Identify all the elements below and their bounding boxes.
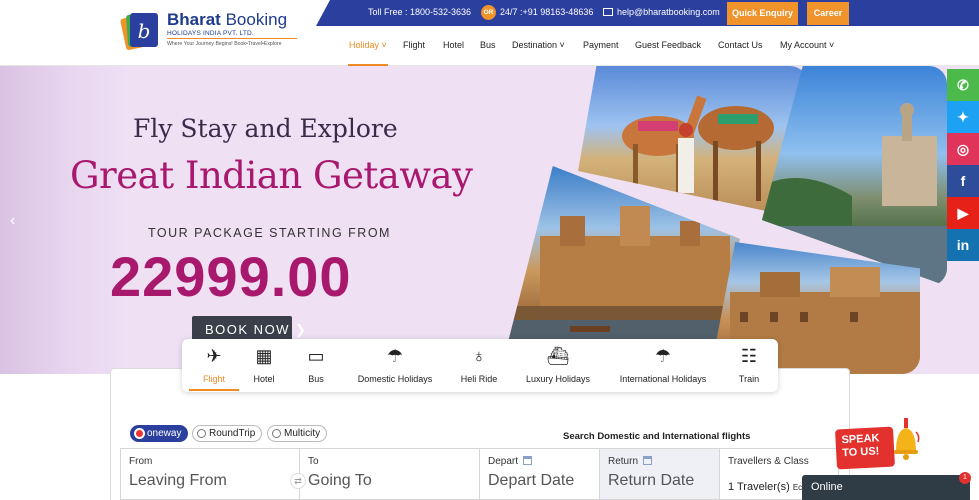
linkedin-icon[interactable]: in	[947, 229, 979, 261]
hotel-icon: ▦	[255, 346, 273, 366]
tab-active-indicator	[189, 389, 239, 391]
train-icon: ☷	[740, 346, 758, 366]
nav-hotel[interactable]: Hotel	[443, 40, 464, 50]
tab-label: Bus	[308, 374, 324, 384]
calendar-icon	[523, 456, 533, 465]
calendar-icon	[643, 456, 653, 465]
tab-label: Train	[738, 374, 760, 384]
brand-logo-icon: b	[120, 13, 158, 51]
return-field[interactable]: Return Return Date	[599, 448, 720, 500]
nav-destination[interactable]: Destination ˅	[512, 40, 565, 50]
facebook-icon[interactable]: f	[947, 165, 979, 197]
tab-international-holidays[interactable]: ☂ International Holidays	[614, 339, 712, 392]
quick-enquiry-button[interactable]: Quick Enquiry	[727, 2, 798, 25]
depart-label-text: Depart	[488, 456, 519, 467]
social-sidebar: ✆ ✦ ◎ f ▶ in	[947, 69, 979, 261]
tab-train[interactable]: ☷ Train	[730, 339, 768, 392]
brand-name-bold: Bharat	[167, 10, 221, 29]
top-contact-bar: Toll Free : 1800-532-3636 OR 24/7 :+91 9…	[316, 0, 979, 26]
tab-label: Luxury Holidays	[525, 374, 591, 384]
tab-label: Flight	[202, 374, 225, 384]
nav-my-account[interactable]: My Account ˅	[780, 40, 834, 50]
tab-luxury-holidays[interactable]: ⛴ Luxury Holidays	[520, 339, 596, 392]
chat-notification-badge: 1	[959, 472, 971, 484]
tab-heli-ride[interactable]: ♁ Heli Ride	[452, 339, 506, 392]
tab-flight[interactable]: ✈ Flight	[182, 339, 246, 392]
brand-divider	[167, 38, 297, 39]
tollfree-number[interactable]: Toll Free : 1800-532-3636	[368, 7, 471, 17]
speak-to-us-badge[interactable]: SPEAK TO US!	[834, 426, 896, 470]
brand-name-regular: Booking	[225, 10, 288, 29]
tab-label: Domestic Holidays	[357, 374, 433, 384]
hero-banner: ‹ Fly Stay and Explore Great Indian Geta…	[0, 66, 979, 374]
travellers-label: Travellers & Class	[728, 456, 809, 467]
tab-label: International Holidays	[619, 374, 707, 384]
depart-label: Depart	[488, 456, 533, 467]
from-field[interactable]: From Leaving From	[120, 448, 300, 500]
depart-input[interactable]: Depart Date	[488, 472, 574, 490]
swap-icon[interactable]: ⇄	[290, 473, 306, 489]
beach-umbrella-icon: ☂	[654, 346, 672, 366]
tab-domestic-holidays[interactable]: ☂ Domestic Holidays	[352, 339, 438, 392]
tab-label: Hotel	[253, 374, 275, 384]
travellers-value[interactable]: 1 Traveler(s) Eco	[728, 481, 807, 493]
hero-prev-arrow[interactable]: ‹	[10, 212, 15, 230]
return-label-text: Return	[608, 456, 639, 467]
speak-line-2: TO US!	[841, 445, 880, 460]
twitter-icon[interactable]: ✦	[947, 101, 979, 133]
brand-tagline: Where Your Journey Begins! Book•Travel•E…	[167, 41, 282, 47]
brand-subtitle: HOLIDAYS INDIA PVT. LTD.	[167, 30, 254, 37]
category-tabs: ✈ Flight ▦ Hotel ▭ Bus ☂ Domestic Holida…	[182, 339, 778, 392]
return-input[interactable]: Return Date	[608, 472, 694, 490]
tab-label: Heli Ride	[460, 374, 498, 384]
traveller-count: 1 Traveler(s)	[728, 481, 790, 493]
to-input[interactable]: Going To	[308, 472, 372, 490]
site-header: b Bharat Booking HOLIDAYS INDIA PVT. LTD…	[0, 0, 979, 66]
to-field[interactable]: To Going To	[299, 448, 480, 500]
hero-title: Great Indian Getaway	[70, 154, 473, 197]
tab-bus[interactable]: ▭ Bus	[296, 339, 336, 392]
nav-active-indicator	[348, 64, 388, 66]
nav-guest-feedback[interactable]: Guest Feedback	[635, 40, 701, 50]
hero-tagline: Fly Stay and Explore	[133, 114, 398, 143]
trip-type-multicity[interactable]: Multicity	[267, 425, 328, 442]
depart-field[interactable]: Depart Depart Date	[479, 448, 600, 500]
from-label: From	[129, 456, 153, 467]
youtube-icon[interactable]: ▶	[947, 197, 979, 229]
brand-name: Bharat Booking	[167, 10, 287, 30]
bus-icon: ▭	[307, 346, 325, 366]
bell-icon	[894, 418, 920, 460]
or-badge: OR	[481, 5, 496, 20]
page: ‹ Fly Stay and Explore Great Indian Geta…	[0, 0, 979, 500]
support-email[interactable]: help@bharatbooking.com	[617, 7, 720, 17]
trip-type-roundtrip[interactable]: RoundTrip	[192, 425, 263, 442]
instagram-icon[interactable]: ◎	[947, 133, 979, 165]
beach-umbrella-icon: ☂	[386, 346, 404, 366]
to-label: To	[308, 456, 319, 467]
nav-flight[interactable]: Flight	[403, 40, 425, 50]
nav-contact-us[interactable]: Contact Us	[718, 40, 763, 50]
nav-payment[interactable]: Payment	[583, 40, 619, 50]
search-title: Search Domestic and International flight…	[563, 431, 751, 442]
career-button[interactable]: Career	[807, 2, 849, 25]
airplane-icon: ✈	[206, 346, 222, 366]
trip-type-oneway[interactable]: oneway	[130, 425, 189, 442]
mail-icon	[603, 8, 613, 16]
whatsapp-icon[interactable]: ✆	[947, 69, 979, 101]
from-input[interactable]: Leaving From	[129, 472, 227, 490]
tab-hotel[interactable]: ▦ Hotel	[244, 339, 284, 392]
helicopter-icon: ♁	[472, 346, 486, 366]
hero-from-label: TOUR PACKAGE STARTING FROM	[148, 226, 391, 240]
svg-text:b: b	[138, 19, 151, 43]
chat-widget[interactable]: Online	[802, 475, 970, 500]
support-phone[interactable]: 24/7 :+91 98163-48636	[500, 7, 593, 17]
hero-price: 22999.00	[110, 245, 352, 308]
nav-holiday[interactable]: Holiday ˅	[349, 40, 387, 50]
cruise-ship-icon: ⛴	[546, 346, 570, 366]
hero-brush-decoration	[0, 66, 130, 374]
nav-bus[interactable]: Bus	[480, 40, 496, 50]
brand-logo[interactable]: b Bharat Booking HOLIDAYS INDIA PVT. LTD…	[120, 8, 310, 58]
return-label: Return	[608, 456, 653, 467]
